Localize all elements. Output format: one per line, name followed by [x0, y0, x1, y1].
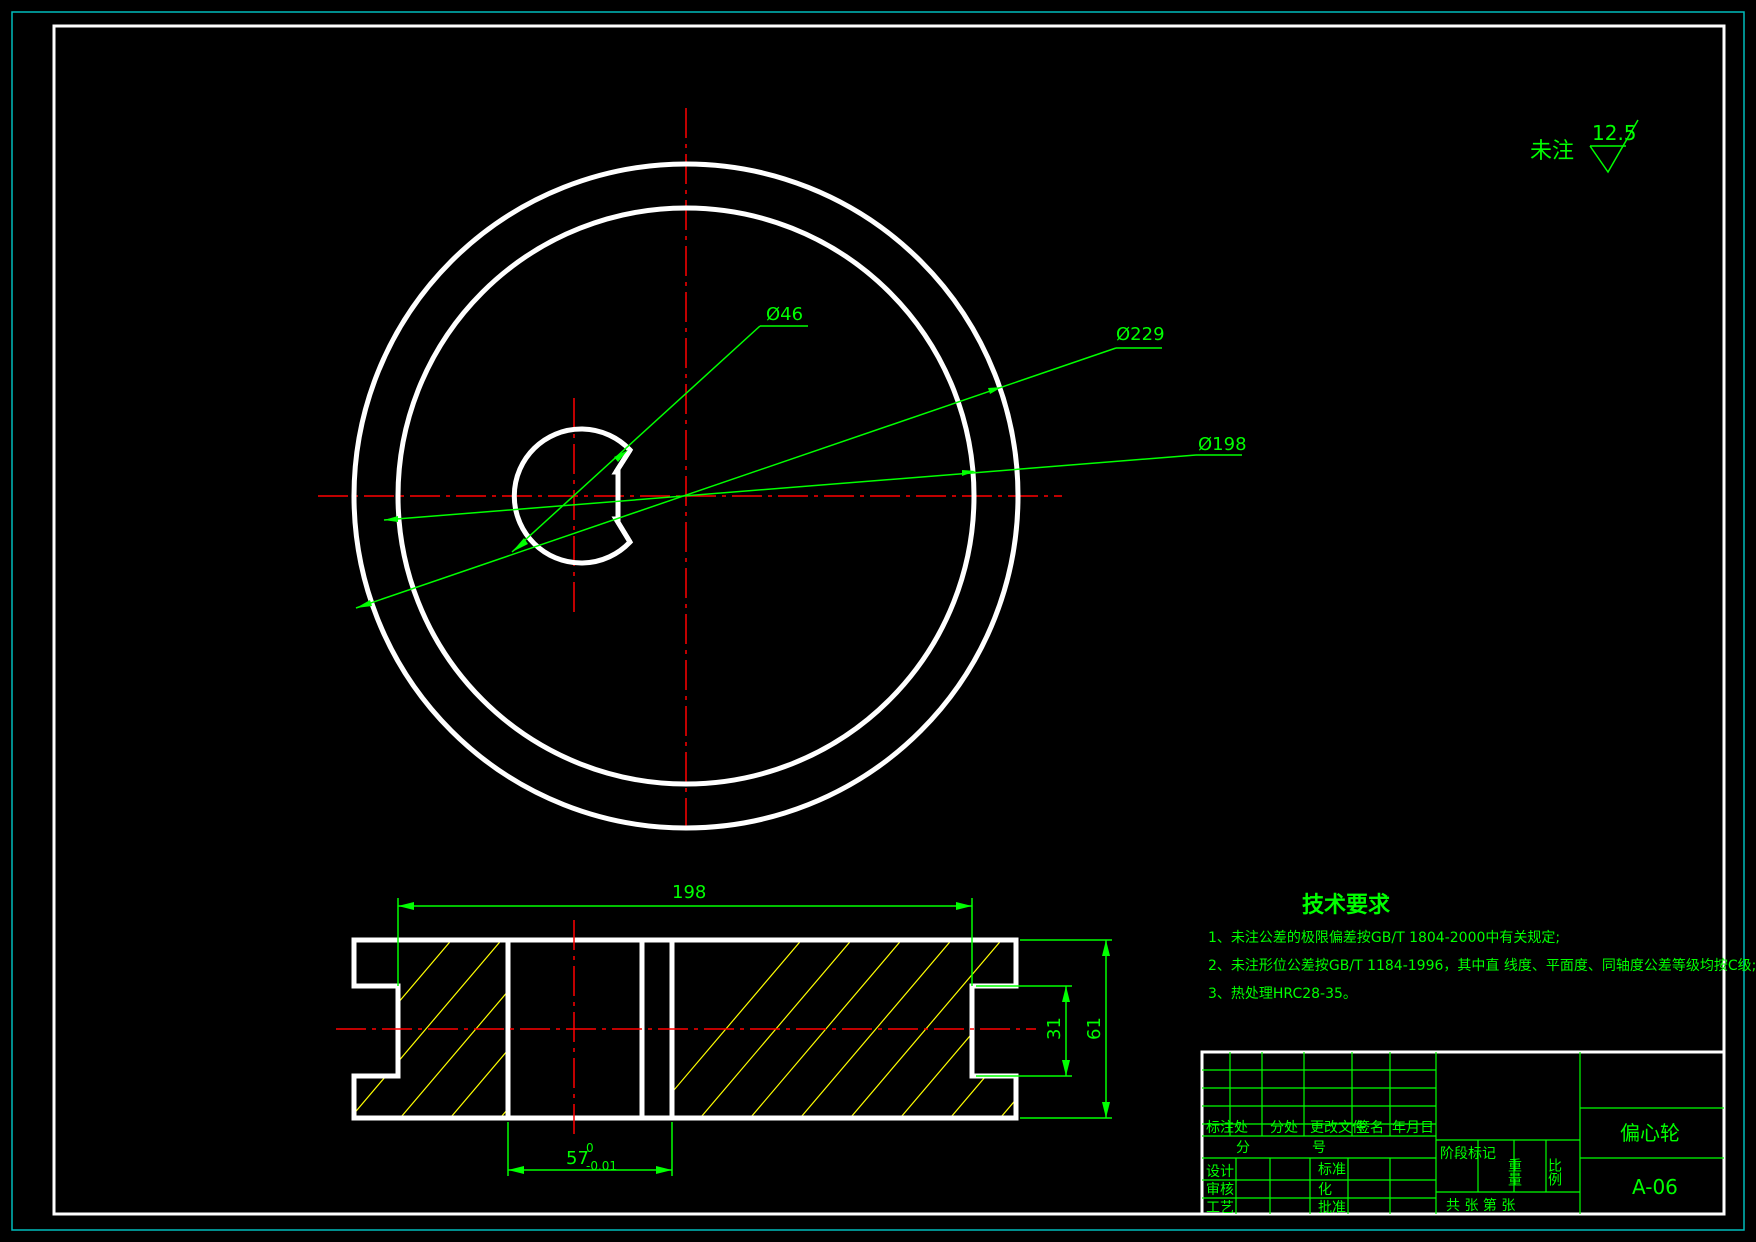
dim-height-inner-arrow-top	[1062, 986, 1070, 1002]
dim-height-outer-arrow-bottom	[1102, 1102, 1110, 1118]
surface-finish-note: 未注 12.5	[1530, 119, 1639, 174]
approve-label: 批准	[1318, 1200, 1346, 1216]
dim-height-outer-label: 61	[1084, 1017, 1105, 1040]
rev-header-signature: 签名	[1356, 1119, 1384, 1136]
tech-requirements: 技术要求 1、未注公差的极限偏差按GB/T 1804-2000中有关规定; 2、…	[1208, 893, 1756, 1002]
top-view: Ø46 Ø229 Ø198	[318, 108, 1247, 832]
title-block-drawing-no: A-06	[1632, 1175, 1678, 1199]
dim-hole-width-arrow-right	[656, 1166, 672, 1174]
section-hatch-left	[354, 940, 506, 1118]
tech-requirement-1: 1、未注公差的极限偏差按GB/T 1804-2000中有关规定;	[1208, 930, 1560, 946]
dim-height-inner-arrow-bottom	[1062, 1060, 1070, 1076]
tech-requirements-title: 技术要求	[1302, 893, 1390, 918]
standardize-label: 化	[1318, 1182, 1332, 1198]
title-block: 偏心轮 A-06 标注处 分处 更改文件 签名 年月日 分 号 设计 审核 工艺…	[1200, 1050, 1726, 1216]
number-label: 号	[1312, 1140, 1326, 1156]
tech-requirement-3: 3、热处理HRC28-35。	[1208, 986, 1357, 1002]
dim-hole-tol-upper: 0	[586, 1141, 594, 1155]
title-block-part-name: 偏心轮	[1620, 1121, 1680, 1145]
dim-height-outer-arrow-top	[1102, 940, 1110, 956]
outer-frame	[11, 11, 1745, 1231]
dim-hole-width-arrow-left	[508, 1166, 524, 1174]
process-label: 工艺	[1206, 1200, 1234, 1216]
dim-outer-diameter: Ø229	[1116, 324, 1165, 345]
rev-header-date: 年月日	[1392, 1120, 1434, 1136]
rev-header-division: 分处	[1270, 1120, 1298, 1136]
dim-width-arrow-right	[956, 902, 972, 910]
diameter-leaders	[355, 325, 1242, 609]
weight-label: 重量	[1506, 1158, 1522, 1186]
surface-finish-prefix: 未注	[1530, 139, 1574, 164]
check-label: 审核	[1206, 1182, 1234, 1198]
section-view: 198 61 31 57 0 -0.01	[336, 882, 1112, 1176]
dim-hole-tol-lower: -0.01	[586, 1159, 617, 1173]
stage-label: 阶段标记	[1440, 1146, 1496, 1162]
rev-header-mark: 标注处	[1206, 1120, 1248, 1136]
dim-width-label: 198	[672, 882, 706, 903]
section-hatch-right	[674, 940, 1016, 1118]
tech-requirement-2: 2、未注形位公差按GB/T 1184-1996，其中直 线度、平面度、同轴度公差…	[1208, 957, 1756, 974]
design-label: 设计	[1206, 1164, 1234, 1180]
cad-drawing: Ø46 Ø229 Ø198 未注 12.5 198 61 31 57 0 -0.…	[11, 11, 1756, 1231]
scale-label: 比例	[1546, 1158, 1562, 1187]
inner-frame	[52, 24, 1726, 1216]
dim-width-arrow-left	[398, 902, 414, 910]
standard-label: 标准	[1318, 1162, 1346, 1178]
sheets-label: 共 张 第 张	[1446, 1197, 1515, 1214]
dim-height-inner-label: 31	[1044, 1017, 1065, 1040]
dim-inner-diameter: Ø198	[1198, 434, 1247, 455]
dim-hole-diameter: Ø46	[766, 304, 803, 325]
division-label: 分	[1236, 1140, 1250, 1156]
